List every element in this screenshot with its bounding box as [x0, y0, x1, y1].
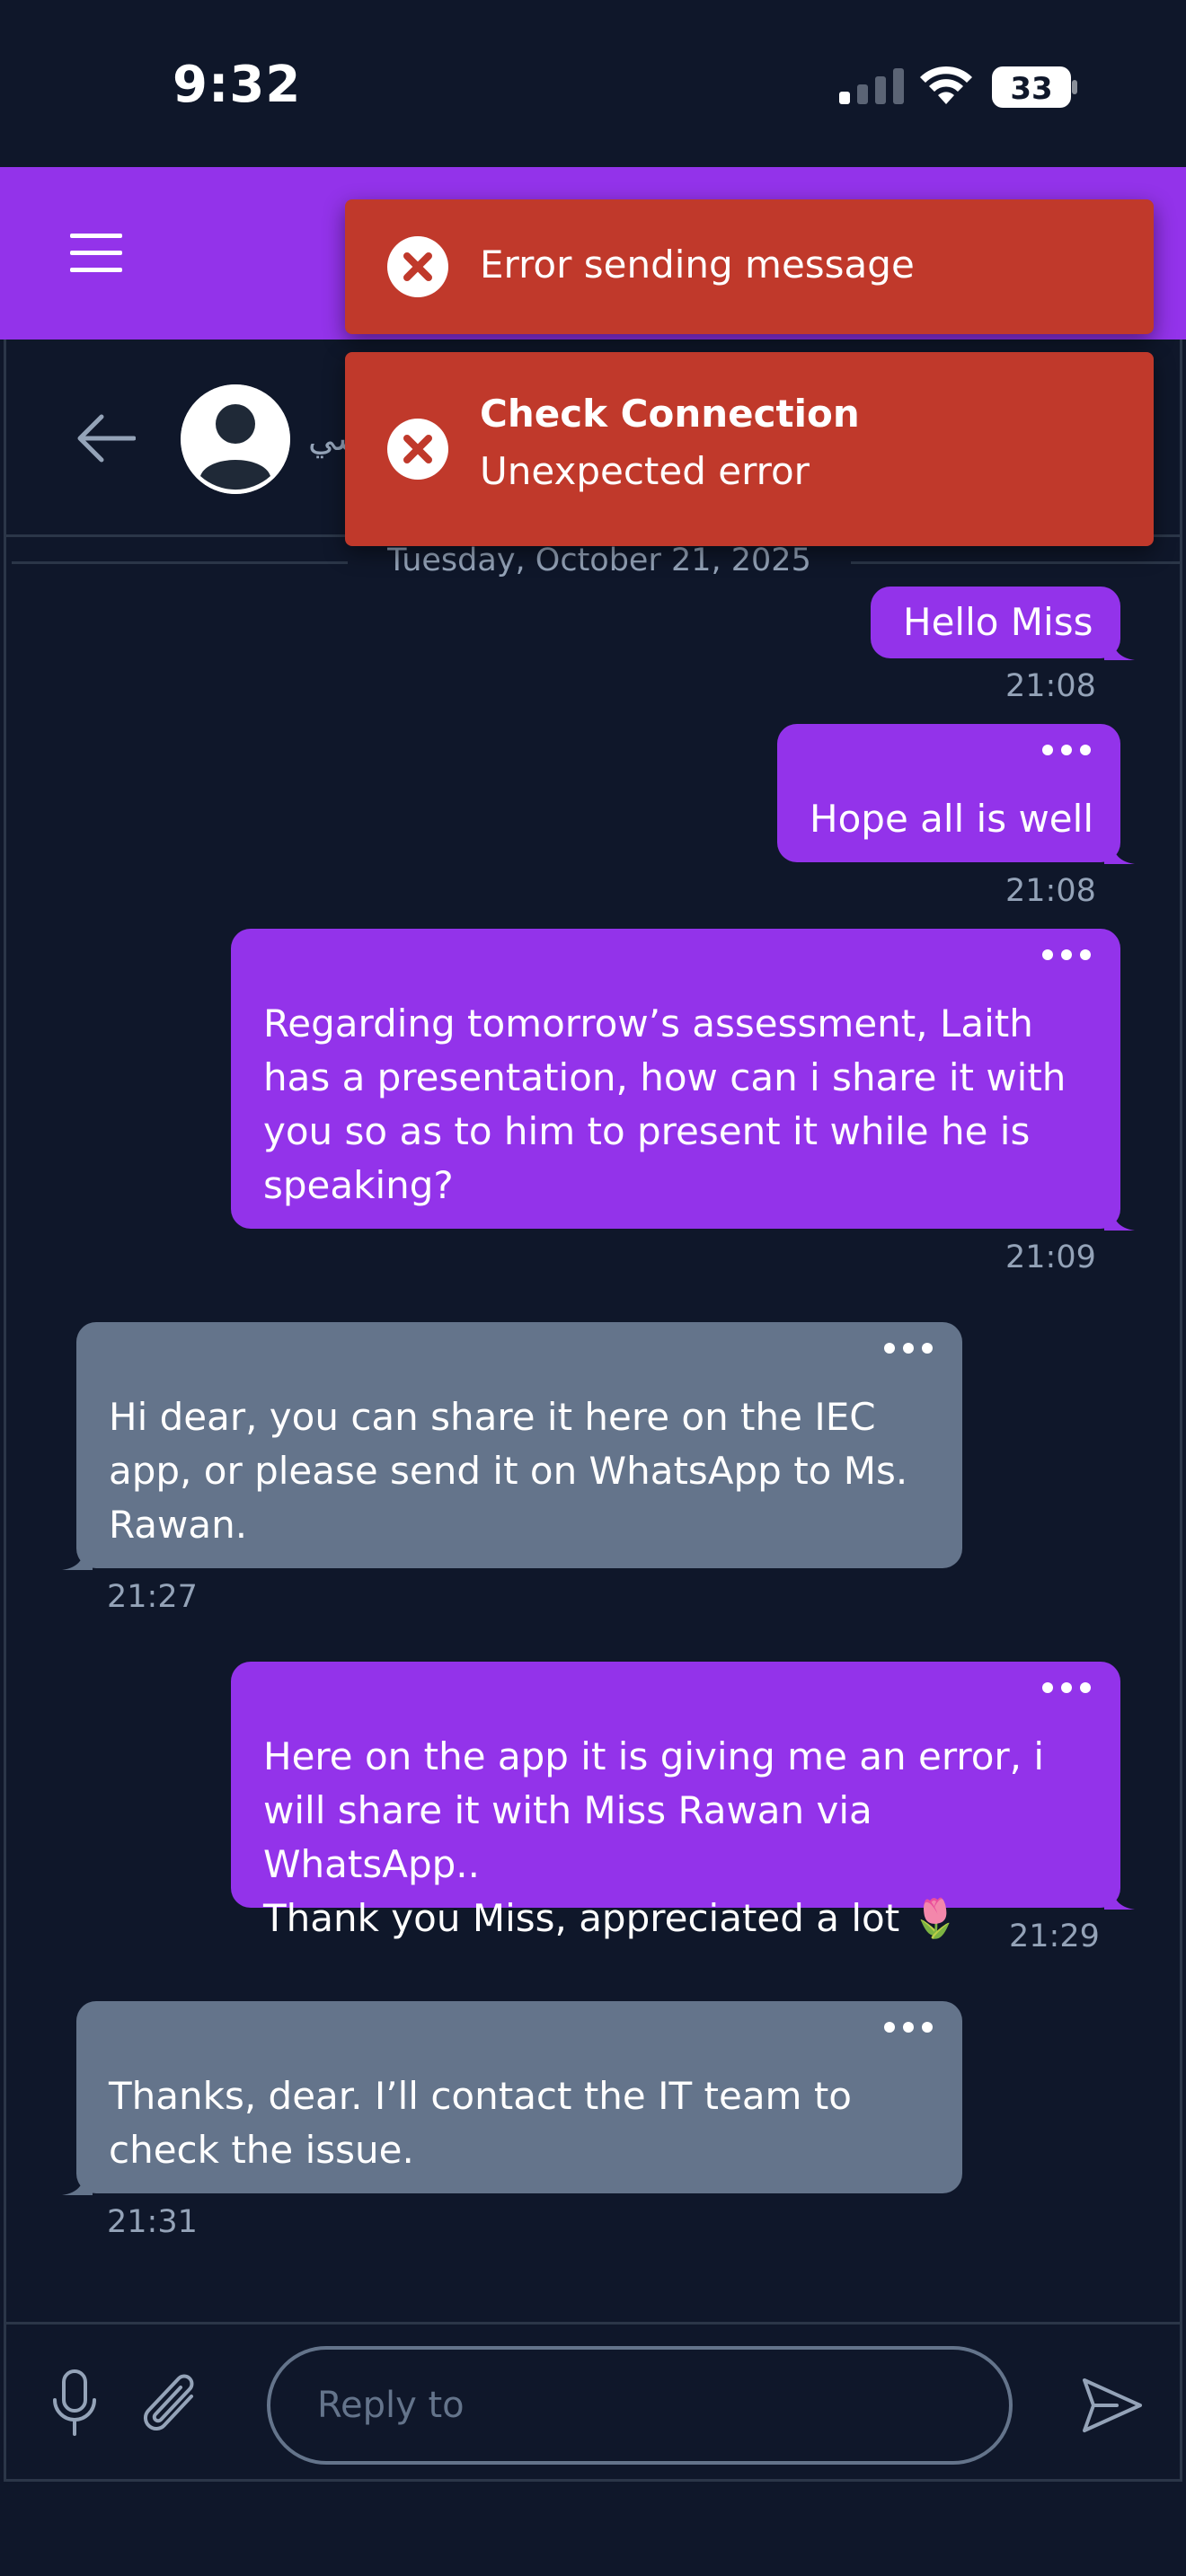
message-bubble-outgoing[interactable]: Hello Miss: [871, 587, 1135, 660]
date-separator: Tuesday, October 21, 2025: [348, 543, 851, 578]
bubble-tail: [1104, 1205, 1135, 1231]
message-line: app, or please send it on WhatsApp to Ms…: [109, 1449, 908, 1493]
message-bubble-incoming[interactable]: Thanks, dear. I’ll contact the IT team t…: [62, 2001, 962, 2195]
message-line: Thanks, dear. I’ll contact the IT team t…: [109, 2074, 852, 2118]
bubble-tail: [62, 2170, 93, 2195]
message-line: Rawan.: [109, 1503, 248, 1547]
bubble-tail: [1104, 1884, 1135, 1910]
message-bubble-incoming[interactable]: Hi dear, you can share it here on the IE…: [62, 1322, 962, 1570]
chat-panel: سي Tuesday, October 21, 2025 Hello Miss …: [4, 340, 1182, 2482]
more-dots-icon[interactable]: [883, 2021, 934, 2033]
toast-message: Error sending message: [480, 243, 915, 287]
send-icon[interactable]: [1081, 2377, 1144, 2434]
message-bubble-outgoing[interactable]: Hope all is well: [777, 724, 1135, 864]
message-time: 21:08: [1005, 873, 1096, 909]
paperclip-icon[interactable]: [139, 2369, 202, 2441]
message-time: 21:29: [1009, 1919, 1100, 1954]
message-text: Hello Miss: [903, 600, 1093, 644]
reply-input[interactable]: [267, 2346, 1013, 2465]
more-dots-icon[interactable]: [883, 1342, 934, 1354]
message-bubble-outgoing[interactable]: Here on the app it is giving me an error…: [231, 1662, 1135, 1940]
avatar-icon: [181, 384, 290, 494]
status-bar: 9:32 33: [0, 0, 1186, 167]
battery-level: 33: [1010, 71, 1052, 107]
contact-avatar[interactable]: [181, 384, 290, 494]
toast-title: Check Connection: [480, 392, 860, 436]
message-time: 21:31: [107, 2204, 198, 2240]
message-line: Thank you Miss, appreciated a lot 🌷: [263, 1896, 959, 1940]
signal-icon: [839, 68, 904, 104]
message-time: 21:09: [1005, 1239, 1096, 1275]
message-bubble-outgoing[interactable]: Regarding tomorrow’s assessment, Laith h…: [231, 929, 1135, 1231]
wifi-icon: [920, 66, 972, 104]
screen: 9:32 33 سي Tuesday, October 21, 2025 Hel…: [0, 0, 1186, 2576]
message-line: Hi dear, you can share it here on the IE…: [109, 1395, 876, 1439]
error-icon: [387, 419, 448, 480]
bubble-tail: [1104, 839, 1135, 864]
menu-icon[interactable]: [70, 234, 122, 273]
battery-icon: 33: [992, 66, 1077, 108]
more-dots-icon[interactable]: [1041, 744, 1092, 756]
message-time: 21:27: [107, 1579, 198, 1615]
error-icon: [387, 236, 448, 297]
error-toast[interactable]: Error sending message: [345, 199, 1154, 334]
more-dots-icon[interactable]: [1041, 1681, 1092, 1694]
message-line: Regarding tomorrow’s assessment, Laith: [263, 1001, 1033, 1045]
status-time: 9:32: [173, 56, 302, 114]
message-text: Hope all is well: [810, 797, 1093, 841]
bubble-tail: [1104, 635, 1135, 660]
toast-message: Unexpected error: [480, 449, 810, 493]
message-time: 21:08: [1005, 668, 1096, 704]
message-line: check the issue.: [109, 2128, 414, 2172]
composer-bar: [4, 2322, 1182, 2482]
bubble-tail: [62, 1545, 93, 1570]
message-line: Here on the app it is giving me an error…: [263, 1734, 1045, 1778]
message-line: has a presentation, how can i share it w…: [263, 1055, 1067, 1099]
error-toast[interactable]: Check Connection Unexpected error: [345, 352, 1154, 546]
message-line: will share it with Miss Rawan via WhatsA…: [263, 1788, 872, 1886]
more-dots-icon[interactable]: [1041, 948, 1092, 961]
message-line: you so as to him to present it while he …: [263, 1109, 1031, 1153]
message-line: speaking?: [263, 1163, 454, 1207]
back-icon[interactable]: [75, 413, 136, 463]
mic-icon[interactable]: [51, 2369, 98, 2438]
